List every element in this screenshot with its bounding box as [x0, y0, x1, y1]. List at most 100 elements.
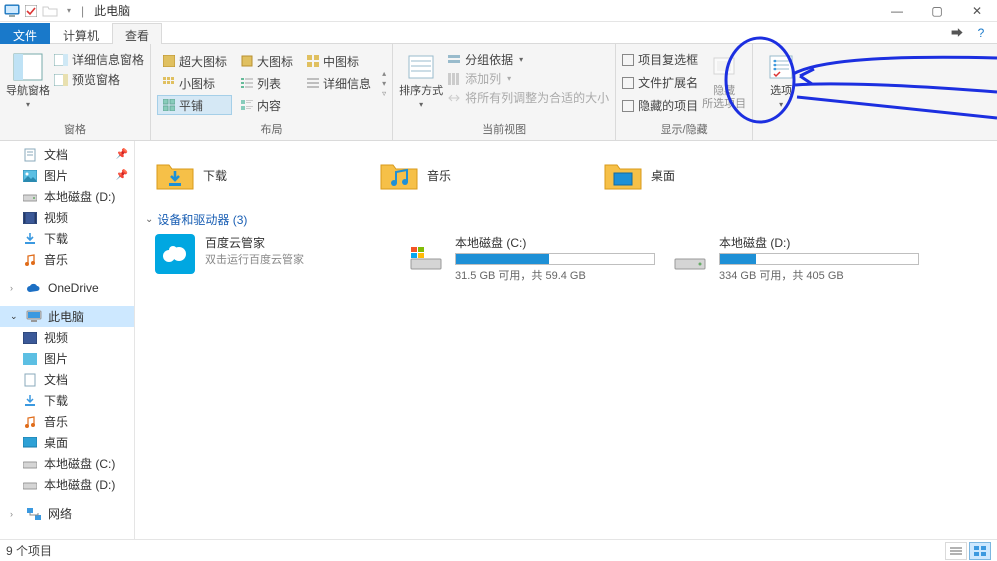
music-icon [22, 414, 38, 430]
item-checkboxes-toggle[interactable]: 项目复选框 [622, 51, 698, 68]
nav-downloads[interactable]: 下载 [0, 228, 134, 249]
nav-thispc[interactable]: ⌄此电脑 [0, 306, 134, 327]
pictures-icon [22, 168, 38, 184]
nav-onedrive[interactable]: ›OneDrive [0, 278, 134, 298]
title-bar: ▾ | 此电脑 — ▢ ✕ [0, 0, 997, 22]
sort-by-button[interactable]: 排序方式 ▾ [399, 48, 443, 119]
item-count-label: 9 个项目 [6, 542, 52, 559]
nav-network[interactable]: ›网络 [0, 503, 134, 524]
details-pane-button[interactable]: 详细信息窗格 [54, 51, 144, 68]
folder-desktop[interactable]: 桌面 [603, 155, 793, 195]
add-columns-button[interactable]: 添加列▾ [447, 70, 609, 87]
window-title: 此电脑 [88, 2, 130, 19]
maximize-button[interactable]: ▢ [917, 0, 957, 22]
navigation-pane-label: 导航窗格 [6, 85, 50, 98]
drive-icon [22, 477, 38, 493]
group-by-button[interactable]: 分组依据▾ [447, 51, 609, 68]
drive-icon [22, 189, 38, 205]
options-button[interactable]: 选项 ▾ [759, 48, 803, 135]
minimize-button[interactable]: — [877, 0, 917, 22]
drive-d[interactable]: 本地磁盘 (D:) 334 GB 可用，共 405 GB [673, 234, 903, 283]
details-view-button[interactable] [945, 542, 967, 560]
drive-c-bar [455, 253, 655, 265]
content-pane[interactable]: 下载 音乐 桌面 ⌄ 设备和驱动器 (3) 百度云管家 双击运行 [135, 141, 997, 539]
help-icon[interactable]: ? [973, 25, 989, 41]
nav-pictures[interactable]: 图片📌 [0, 165, 134, 186]
file-ext-toggle[interactable]: 文件扩展名 [622, 74, 698, 91]
watermark-logo-icon [845, 507, 879, 535]
preview-pane-button[interactable]: 预览窗格 [54, 71, 144, 88]
qat-dropdown-icon[interactable]: ▾ [61, 3, 77, 19]
ribbon-group-options: 选项 ▾ [753, 44, 809, 140]
new-folder-icon[interactable] [42, 3, 58, 19]
navigation-pane-button[interactable]: 导航窗格 ▾ [6, 48, 50, 119]
navigation-pane[interactable]: 文档📌 图片📌 本地磁盘 (D:) 视频 下载 音乐 ›OneDrive ⌄此电… [0, 141, 135, 539]
documents-icon [22, 147, 38, 163]
status-bar: 9 个项目 [0, 539, 997, 561]
details-pane-label: 详细信息窗格 [72, 51, 144, 68]
drive-icon [673, 245, 709, 273]
ribbon-group-layout: 超大图标 大图标 中图标 小图标 列表 详细信息 平铺 内容 ▴ ▾ ▿ 布局 [151, 44, 393, 140]
layout-extralarge[interactable]: 超大图标 [157, 51, 232, 71]
devices-section-header[interactable]: ⌄ 设备和驱动器 (3) [145, 205, 987, 232]
ribbon-group-showhide: 项目复选框 文件扩展名 隐藏的项目 隐藏所选项目 显示/隐藏 [616, 44, 753, 140]
hide-icon [708, 51, 740, 83]
ribbon-group-currentview-label: 当前视图 [399, 119, 609, 140]
ribbon-group-layout-label: 布局 [157, 119, 386, 140]
ribbon: 导航窗格 ▾ 详细信息窗格 预览窗格 窗格 超大图标 大图标 中图标 [0, 44, 997, 141]
drive-d-bar [719, 253, 919, 265]
nav-videos[interactable]: 视频 [0, 207, 134, 228]
windows-drive-icon [409, 245, 445, 273]
nav-pc-drive-c[interactable]: 本地磁盘 (C:) [0, 453, 134, 474]
nav-pc-documents[interactable]: 文档 [0, 369, 134, 390]
layout-details[interactable]: 详细信息 [301, 73, 376, 93]
desktop-icon [22, 435, 38, 451]
nav-pc-music[interactable]: 音乐 [0, 411, 134, 432]
layout-content[interactable]: 内容 [235, 95, 298, 115]
baidu-title: 百度云管家 [205, 234, 304, 251]
layout-small[interactable]: 小图标 [157, 73, 232, 93]
ribbon-group-panes-label: 窗格 [6, 119, 144, 140]
nav-local-d-pinned[interactable]: 本地磁盘 (D:) [0, 186, 134, 207]
expand-icon[interactable]: › [10, 283, 20, 293]
drive-c[interactable]: 本地磁盘 (C:) 31.5 GB 可用，共 59.4 GB [409, 234, 639, 283]
preview-pane-icon [54, 74, 68, 86]
tab-computer[interactable]: 计算机 [50, 23, 112, 44]
collapse-icon[interactable]: ⌄ [145, 214, 153, 225]
desktop-folder-icon [603, 155, 643, 195]
hidden-items-toggle[interactable]: 隐藏的项目 [622, 97, 698, 114]
preview-pane-label: 预览窗格 [72, 71, 120, 88]
collapse-icon[interactable]: ⌄ [10, 311, 20, 322]
nav-pc-downloads[interactable]: 下载 [0, 390, 134, 411]
download-icon [22, 393, 38, 409]
close-button[interactable]: ✕ [957, 0, 997, 22]
folder-label: 下载 [203, 167, 227, 184]
tab-view[interactable]: 查看 [112, 23, 162, 44]
tab-file[interactable]: 文件 [0, 23, 50, 44]
nav-pc-pictures[interactable]: 图片 [0, 348, 134, 369]
fit-columns-button[interactable]: 将所有列调整为合适的大小 [447, 89, 609, 106]
drive-d-info: 334 GB 可用，共 405 GB [719, 267, 919, 283]
folder-downloads[interactable]: 下载 [155, 155, 345, 195]
folder-music[interactable]: 音乐 [379, 155, 569, 195]
layout-medium[interactable]: 中图标 [301, 51, 376, 71]
partial-folder-row [145, 141, 987, 153]
baidu-cloud-app[interactable]: 百度云管家 双击运行百度云管家 [155, 234, 375, 283]
checkbox-icon[interactable] [23, 3, 39, 19]
pin-icon: 📌 [116, 149, 132, 160]
hide-selected-button[interactable]: 隐藏所选项目 [702, 48, 746, 119]
nav-documents[interactable]: 文档📌 [0, 144, 134, 165]
nav-pc-desktop[interactable]: 桌面 [0, 432, 134, 453]
layout-tiles[interactable]: 平铺 [157, 95, 232, 115]
nav-pc-drive-d[interactable]: 本地磁盘 (D:) [0, 474, 134, 495]
tiles-view-button[interactable] [969, 542, 991, 560]
layout-list[interactable]: 列表 [235, 73, 298, 93]
expand-icon[interactable]: › [10, 509, 20, 519]
layout-large[interactable]: 大图标 [235, 51, 298, 71]
nav-music[interactable]: 音乐 [0, 249, 134, 270]
nav-pc-videos[interactable]: 视频 [0, 327, 134, 348]
baidu-icon [155, 234, 195, 274]
drive-c-info: 31.5 GB 可用，共 59.4 GB [455, 267, 655, 283]
minimize-ribbon-icon[interactable]: ⮕ [949, 25, 965, 41]
thispc-icon [4, 3, 20, 19]
